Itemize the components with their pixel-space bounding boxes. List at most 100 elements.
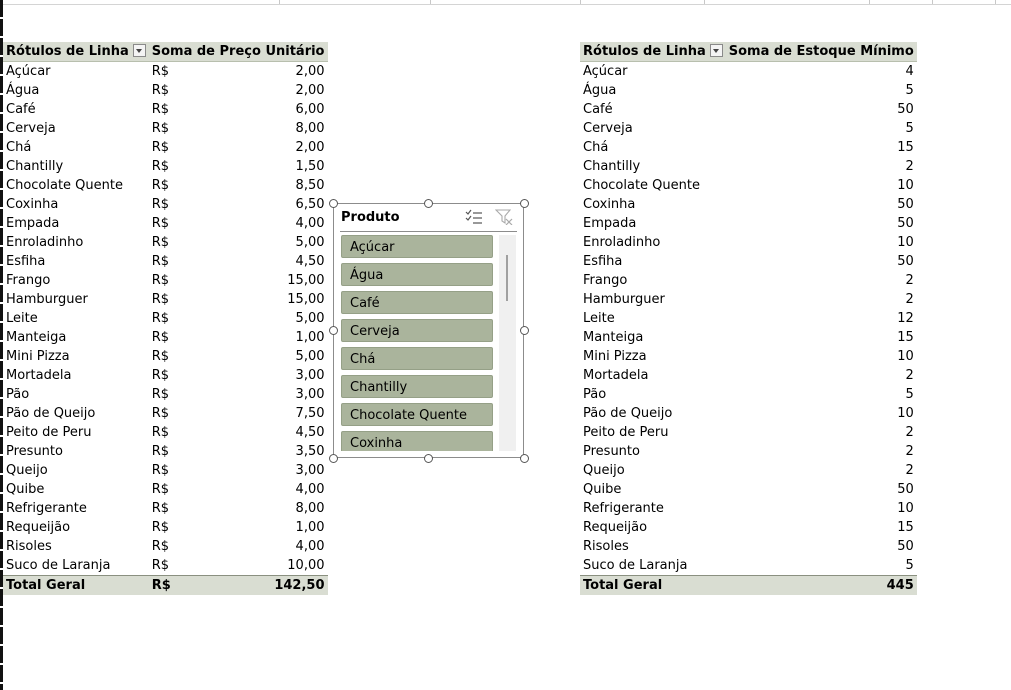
pivot-row[interactable]: Requeijão 15 [580, 518, 917, 537]
row-value: 2,00 [295, 140, 325, 155]
pivot-row[interactable]: Enroladinho 10 [580, 233, 917, 252]
pivot-row[interactable]: Mini Pizza 10 [580, 347, 917, 366]
pivot-row[interactable]: Coxinha 50 [580, 195, 917, 214]
pivot-row[interactable]: Peito de Peru 2 [580, 423, 917, 442]
pivot-row[interactable]: Empada 50 [580, 214, 917, 233]
slicer-scrollbar[interactable] [499, 235, 516, 451]
pivot-table-price[interactable]: Rótulos de Linha Soma de Preço Unitário … [3, 42, 328, 595]
resize-handle[interactable] [520, 326, 529, 335]
row-value: 15 [897, 520, 914, 535]
pivot-row[interactable]: Empada R$ 4,00 [3, 214, 328, 233]
pivot-row[interactable]: Mini Pizza R$ 5,00 [3, 347, 328, 366]
pivot-row[interactable]: Quibe 50 [580, 480, 917, 499]
pivot-row[interactable]: Refrigerante 10 [580, 499, 917, 518]
pivot-row[interactable]: Chocolate Quente 10 [580, 176, 917, 195]
value-field-header[interactable]: Soma de Estoque Mínimo [725, 42, 917, 62]
pivot-row[interactable]: Chocolate Quente R$ 8,50 [3, 176, 328, 195]
row-label: Queijo [583, 463, 625, 478]
pivot-row[interactable]: Suco de Laranja R$ 10,00 [3, 556, 328, 576]
pivot-row[interactable]: Café R$ 6,00 [3, 100, 328, 119]
pivot-row[interactable]: Presunto R$ 3,50 [3, 442, 328, 461]
row-label: Café [6, 102, 36, 117]
row-label: Chá [6, 140, 32, 155]
resize-handle[interactable] [520, 454, 529, 463]
pivot-row[interactable]: Açúcar 4 [580, 62, 917, 82]
pivot-row[interactable]: Pão 5 [580, 385, 917, 404]
pivot-row[interactable]: Quibe R$ 4,00 [3, 480, 328, 499]
pivot-row[interactable]: Esfiha 50 [580, 252, 917, 271]
slicer-item-list[interactable]: Açúcar Água Café Cerveja Chá Chantilly Chocola… [341, 235, 495, 451]
row-labels-header[interactable]: Rótulos de Linha [3, 42, 149, 62]
pivot-row[interactable]: Mortadela 2 [580, 366, 917, 385]
filter-dropdown-icon[interactable] [132, 44, 146, 57]
slicer-item[interactable]: Açúcar [341, 235, 493, 258]
pivot-row[interactable]: Enroladinho R$ 5,00 [3, 233, 328, 252]
row-value: 2 [905, 273, 914, 288]
pivot-row[interactable]: Açúcar R$ 2,00 [3, 62, 328, 82]
pivot-row[interactable]: Água R$ 2,00 [3, 81, 328, 100]
pivot-row[interactable]: Hamburguer 2 [580, 290, 917, 309]
pivot-row[interactable]: Refrigerante R$ 8,00 [3, 499, 328, 518]
pivot-row[interactable]: Mortadela R$ 3,00 [3, 366, 328, 385]
pivot-row[interactable]: Cerveja 5 [580, 119, 917, 138]
product-slicer[interactable]: Produto Açúcar Água Café Cerveja Chá Chantill… [333, 203, 524, 458]
pivot-row[interactable]: Pão de Queijo 10 [580, 404, 917, 423]
resize-handle[interactable] [424, 454, 433, 463]
row-label: Empada [6, 216, 60, 231]
slicer-item[interactable]: Chocolate Quente [341, 403, 493, 426]
slicer-item[interactable]: Coxinha [341, 431, 493, 451]
slicer-item[interactable]: Chantilly [341, 375, 493, 398]
resize-handle[interactable] [424, 199, 433, 208]
row-label: Pão [583, 387, 607, 402]
pivot-row[interactable]: Água 5 [580, 81, 917, 100]
pivot-row[interactable]: Chantilly R$ 1,50 [3, 157, 328, 176]
pivot-row[interactable]: Cerveja R$ 8,00 [3, 119, 328, 138]
row-labels-header[interactable]: Rótulos de Linha [580, 42, 726, 62]
slicer-item[interactable]: Chá [341, 347, 493, 370]
slicer-scroll-thumb[interactable] [506, 255, 508, 301]
row-label: Água [6, 83, 40, 98]
pivot-row[interactable]: Esfiha R$ 4,50 [3, 252, 328, 271]
slicer-item[interactable]: Cerveja [341, 319, 493, 342]
row-value: 2 [905, 444, 914, 459]
slicer-item[interactable]: Café [341, 291, 493, 314]
pivot-row[interactable]: Risoles R$ 4,00 [3, 537, 328, 556]
row-value: 3,50 [295, 444, 325, 459]
value-field-header[interactable]: Soma de Preço Unitário [148, 42, 328, 62]
clear-filter-icon[interactable] [494, 209, 513, 226]
multi-select-icon[interactable] [465, 209, 483, 225]
pivot-row[interactable]: Coxinha R$ 6,50 [3, 195, 328, 214]
resize-handle[interactable] [329, 326, 338, 335]
resize-handle[interactable] [520, 199, 529, 208]
pivot-table-min-stock[interactable]: Rótulos de Linha Soma de Estoque Mínimo … [580, 42, 917, 595]
row-label: Requeijão [583, 520, 648, 535]
row-value: 2 [905, 368, 914, 383]
pivot-row[interactable]: Risoles 50 [580, 537, 917, 556]
pivot-row[interactable]: Chá R$ 2,00 [3, 138, 328, 157]
pivot-row[interactable]: Frango R$ 15,00 [3, 271, 328, 290]
pivot-row[interactable]: Café 50 [580, 100, 917, 119]
grand-total-label: Total Geral [580, 575, 726, 595]
resize-handle[interactable] [329, 199, 338, 208]
pivot-row[interactable]: Chantilly 2 [580, 157, 917, 176]
pivot-row[interactable]: Manteiga 15 [580, 328, 917, 347]
pivot-row[interactable]: Pão R$ 3,00 [3, 385, 328, 404]
pivot-row[interactable]: Queijo 2 [580, 461, 917, 480]
pivot-row[interactable]: Requeijão R$ 1,00 [3, 518, 328, 537]
resize-handle[interactable] [329, 454, 338, 463]
pivot-row[interactable]: Hamburguer R$ 15,00 [3, 290, 328, 309]
pivot-row[interactable]: Pão de Queijo R$ 7,50 [3, 404, 328, 423]
slicer-item[interactable]: Água [341, 263, 493, 286]
pivot-row[interactable]: Leite R$ 5,00 [3, 309, 328, 328]
row-label: Cerveja [583, 121, 633, 136]
pivot-row[interactable]: Manteiga R$ 1,00 [3, 328, 328, 347]
pivot-row[interactable]: Chá 15 [580, 138, 917, 157]
currency-symbol: R$ [151, 444, 170, 459]
pivot-row[interactable]: Leite 12 [580, 309, 917, 328]
filter-dropdown-icon[interactable] [709, 44, 723, 57]
pivot-row[interactable]: Frango 2 [580, 271, 917, 290]
pivot-row[interactable]: Suco de Laranja 5 [580, 556, 917, 576]
pivot-row[interactable]: Peito de Peru R$ 4,50 [3, 423, 328, 442]
pivot-row[interactable]: Queijo R$ 3,00 [3, 461, 328, 480]
pivot-row[interactable]: Presunto 2 [580, 442, 917, 461]
